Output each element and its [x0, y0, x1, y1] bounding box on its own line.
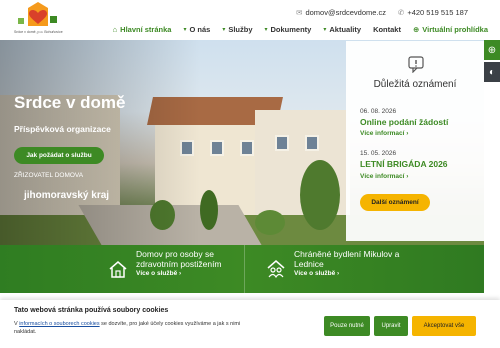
hero-photo-window: [210, 140, 224, 156]
phone-link[interactable]: ✆ +420 519 515 187: [398, 8, 468, 17]
site-header: Srdce v domě, p.o. Bohuňovice ✉ domov@sr…: [0, 0, 500, 40]
hero-photo-window: [240, 140, 254, 156]
how-to-apply-button[interactable]: Jak požádat o službu: [14, 147, 104, 164]
nav-item-services[interactable]: ▾ Služby: [216, 25, 258, 34]
more-announcements-button[interactable]: Další oznámení: [360, 194, 430, 211]
cookie-adjust-button[interactable]: Upravit: [374, 316, 408, 336]
announcement-more-link[interactable]: Více informací ›: [360, 173, 408, 180]
nav-item-virtual-tour[interactable]: ⊕ Virtuální prohlídka: [407, 25, 494, 34]
hero-photo-window: [275, 135, 289, 151]
hero-overlay: [0, 40, 200, 245]
service-card[interactable]: Chráněné bydlení Mikulov a Lednice Více …: [266, 249, 404, 279]
announcements-title: Důležitá oznámení: [373, 79, 457, 90]
nav-item-home[interactable]: ⌂ Hlavní stránka: [107, 25, 178, 34]
founder-label: ZŘIZOVATEL DOMOVA: [14, 172, 84, 179]
site-logo[interactable]: Srdce v domě, p.o. Bohuňovice: [14, 2, 74, 38]
cookie-banner: Tato webová stránka používá soubory cook…: [0, 300, 500, 348]
service-more-link[interactable]: Více o službě ›: [294, 270, 404, 277]
home-icon: ⌂: [112, 25, 118, 34]
accessibility-tools: ⊕ ◐: [484, 40, 500, 82]
announcement-headline[interactable]: Online podání žádostí: [360, 117, 448, 127]
cookie-accept-all-button[interactable]: Akceptovat vše: [412, 316, 476, 336]
announcement-more-link[interactable]: Více informací ›: [360, 130, 408, 137]
announcements-panel: Důležitá oznámení 06. 08. 2026 Online po…: [346, 41, 484, 241]
cookie-text: V informacích o souborech cookies se doz…: [14, 321, 241, 335]
announcement-headline[interactable]: LETNÍ BRIGÁDA 2026: [360, 159, 448, 169]
contrast-button[interactable]: ◐: [484, 62, 500, 82]
services-strip: Domov pro osoby se zdravotním postižením…: [0, 245, 484, 293]
nav-item-about[interactable]: ▾ O nás: [177, 25, 216, 34]
tour-icon: ⊕: [412, 25, 420, 34]
logo-caption: Srdce v domě, p.o. Bohuňovice: [14, 30, 63, 34]
service-more-link[interactable]: Více o službě ›: [136, 270, 256, 277]
contrast-icon: ◐: [488, 66, 496, 78]
announcement-date: 15. 05. 2026: [360, 150, 397, 157]
zoom-button[interactable]: ⊕: [484, 40, 500, 60]
people-house-icon: [267, 260, 285, 279]
chevron-down-icon: ▾: [222, 27, 226, 33]
hero-subtitle: Příspěvková organizace: [14, 124, 111, 134]
hero-photo-tree: [255, 210, 285, 235]
announcement-date: 06. 08. 2026: [360, 108, 397, 115]
nav-item-contact[interactable]: Kontakt: [367, 25, 407, 34]
main-nav: ⌂ Hlavní stránka ▾ O nás ▾ Služby ▾ Doku…: [107, 25, 494, 34]
cookie-necessary-only-button[interactable]: Pouze nutné: [324, 316, 370, 336]
cookie-info-link[interactable]: informacích o souborech cookies: [19, 321, 99, 327]
phone-icon: ✆: [398, 8, 405, 17]
email-link[interactable]: ✉ domov@srdcevdome.cz: [296, 8, 386, 17]
mail-icon: ✉: [296, 8, 303, 17]
service-card[interactable]: Domov pro osoby se zdravotním postižením…: [108, 249, 256, 279]
chevron-down-icon: ▾: [323, 27, 327, 33]
zoom-in-icon: ⊕: [487, 44, 497, 56]
divider: [244, 245, 245, 293]
chevron-down-icon: ▾: [264, 27, 268, 33]
nav-item-news[interactable]: ▾ Aktuality: [317, 25, 367, 34]
chevron-down-icon: ▾: [183, 27, 187, 33]
hero-photo-tree: [200, 190, 218, 230]
announcement-icon: [408, 56, 424, 73]
hero-photo-tree: [300, 160, 340, 230]
hero-photo-window: [305, 135, 319, 151]
cookie-title: Tato webová stránka používá soubory cook…: [14, 307, 169, 314]
founder-name[interactable]: jihomoravský kraj: [24, 190, 109, 201]
service-title: Domov pro osoby se zdravotním postižením: [136, 249, 222, 269]
contact-bar: ✉ domov@srdcevdome.cz ✆ +420 519 515 187: [296, 8, 468, 17]
nav-item-documents[interactable]: ▾ Dokumenty: [259, 25, 318, 34]
hero-title: Srdce v domě: [14, 93, 126, 112]
service-title: Chráněné bydlení Mikulov a Lednice: [294, 249, 400, 269]
house-icon: [109, 261, 127, 278]
